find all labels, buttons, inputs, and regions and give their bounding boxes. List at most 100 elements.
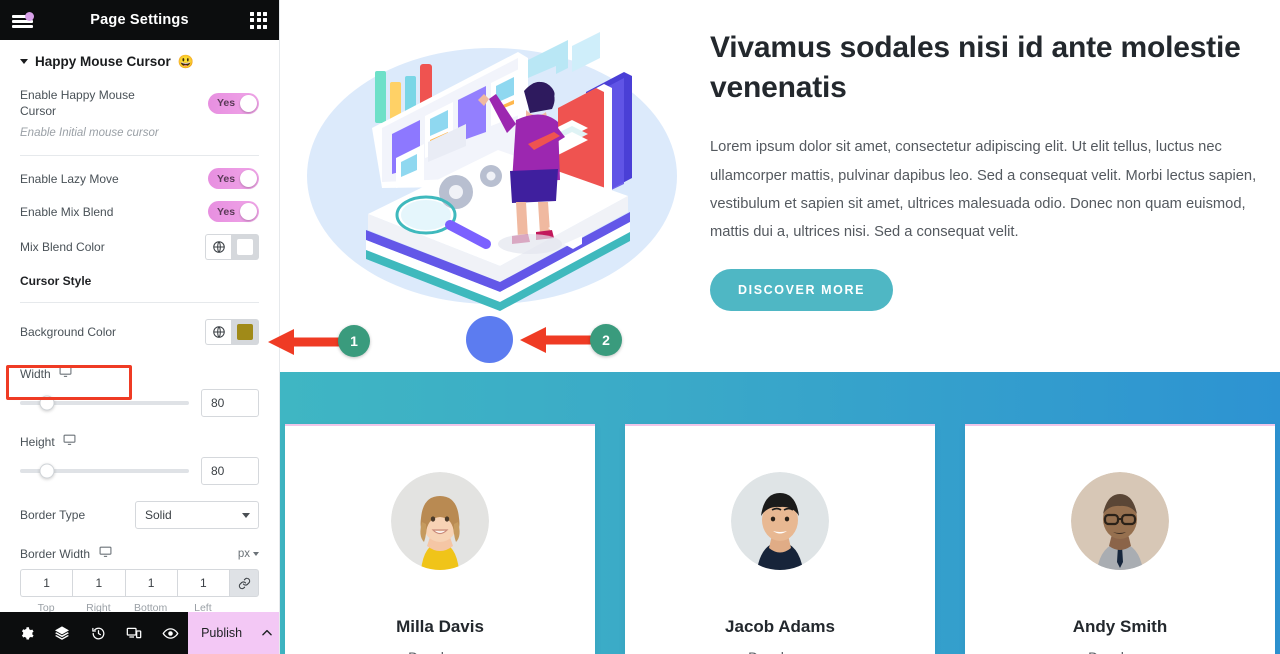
control-label: Enable Lazy Move bbox=[20, 171, 119, 186]
control-label: Enable Happy Mouse Cursor bbox=[20, 88, 135, 119]
avatar-milla-davis bbox=[391, 472, 489, 570]
chevron-down-icon bbox=[253, 552, 259, 557]
control-label: Enable Mix Blend bbox=[20, 204, 114, 219]
control-border-type: Border Type Solid bbox=[0, 491, 279, 535]
control-label: Mix Blend Color bbox=[20, 240, 105, 255]
page-settings-panel: Page Settings Happy Mouse Cursor 😃 Enabl… bbox=[0, 0, 280, 654]
eye-preview-icon[interactable] bbox=[152, 612, 188, 654]
hero-text-block: Vivamus sodales nisi id ante molestie ve… bbox=[700, 0, 1280, 372]
team-card[interactable]: Milla Davis Developer bbox=[285, 424, 595, 654]
link-chain-icon[interactable] bbox=[229, 569, 259, 598]
team-section-band: Milla Davis Developer bbox=[280, 372, 1280, 654]
border-width-top: 1 Top bbox=[20, 569, 73, 612]
height-slider[interactable] bbox=[20, 463, 189, 479]
heading-cursor-style: Cursor Style bbox=[0, 266, 279, 296]
border-width-left: 1 Left bbox=[176, 569, 229, 612]
color-swatch bbox=[237, 324, 253, 341]
responsive-devices-icon[interactable] bbox=[116, 612, 152, 654]
history-icon[interactable] bbox=[80, 612, 116, 654]
width-control: 80 bbox=[0, 385, 279, 423]
desktop-monitor-icon[interactable] bbox=[59, 365, 72, 383]
publish-button[interactable]: Publish bbox=[188, 612, 256, 654]
hero-paragraph: Lorem ipsum dolor sit amet, consectetur … bbox=[710, 139, 1257, 241]
apps-grid-icon[interactable] bbox=[250, 11, 267, 29]
subsection-title: Cursor Style bbox=[20, 274, 92, 289]
team-member-role: Developer bbox=[625, 649, 935, 654]
border-width-bottom-label: Bottom bbox=[133, 602, 168, 612]
border-type-select[interactable]: Solid bbox=[135, 501, 259, 530]
team-member-name: Andy Smith bbox=[1072, 617, 1168, 636]
color-swatch bbox=[237, 239, 253, 256]
team-card[interactable]: Jacob Adams Developer bbox=[625, 424, 935, 654]
avatar-andy-smith bbox=[1071, 472, 1169, 570]
toggle-enable-happy-mouse-cursor[interactable]: Yes bbox=[208, 92, 259, 114]
border-width-top-label: Top bbox=[37, 602, 55, 612]
label-width: Width bbox=[0, 355, 279, 385]
chevron-down-icon bbox=[242, 512, 250, 518]
border-width-bottom-input[interactable]: 1 bbox=[124, 569, 177, 598]
toggle-value: Yes bbox=[217, 172, 236, 185]
globe-icon[interactable] bbox=[205, 319, 231, 346]
width-input[interactable]: 80 bbox=[201, 389, 259, 418]
toggle-knob bbox=[240, 203, 257, 221]
hero-section: Vivamus sodales nisi id ante molestie ve… bbox=[280, 0, 1280, 372]
border-width-left-label: Left bbox=[194, 602, 212, 612]
screenshot-root: Page Settings Happy Mouse Cursor 😃 Enabl… bbox=[0, 0, 1280, 654]
chevron-down-icon bbox=[20, 59, 28, 64]
panel-footer-toolbar: Publish bbox=[0, 612, 279, 654]
control-label: Border Type bbox=[20, 508, 86, 523]
toggle-enable-lazy-move[interactable]: Yes bbox=[208, 168, 259, 190]
background-color-label: Background Color bbox=[20, 325, 117, 340]
team-member-role: Developer bbox=[965, 649, 1275, 654]
height-control: 80 bbox=[0, 453, 279, 491]
gear-icon[interactable] bbox=[8, 612, 44, 654]
hint-enable-initial-mouse-cursor: Enable Initial mouse cursor bbox=[20, 127, 159, 140]
annotation-badge-2: 2 bbox=[590, 324, 622, 356]
discover-more-button[interactable]: DISCOVER MORE bbox=[710, 268, 894, 311]
border-width-right: 1 Right bbox=[72, 569, 125, 612]
control-background-color: Background Color bbox=[0, 309, 279, 355]
border-width-bottom: 1 Bottom bbox=[124, 569, 177, 612]
border-width-unit-select[interactable]: px bbox=[238, 548, 259, 560]
control-label: Border Width bbox=[20, 547, 91, 562]
border-width-header: Border Width px bbox=[0, 535, 279, 567]
width-slider[interactable] bbox=[20, 395, 189, 411]
border-width-left-input[interactable]: 1 bbox=[176, 569, 229, 598]
toggle-value: Yes bbox=[217, 97, 236, 110]
border-type-value: Solid bbox=[145, 508, 172, 523]
slider-thumb[interactable] bbox=[39, 395, 55, 411]
desktop-monitor-icon[interactable] bbox=[63, 433, 76, 451]
team-card[interactable]: Andy Smith Developer bbox=[965, 424, 1275, 654]
section-title: Happy Mouse Cursor bbox=[35, 54, 171, 69]
label-height: Height bbox=[0, 423, 279, 453]
annotation-badge-1: 1 bbox=[338, 325, 370, 357]
border-width-top-input[interactable]: 1 bbox=[20, 569, 73, 598]
control-mix-blend-color: Mix Blend Color bbox=[0, 228, 279, 266]
toggle-knob bbox=[240, 94, 257, 112]
hamburger-menu-icon[interactable] bbox=[12, 10, 34, 30]
border-width-right-input[interactable]: 1 bbox=[72, 569, 125, 598]
slider-thumb[interactable] bbox=[39, 463, 55, 479]
avatar-jacob-adams bbox=[731, 472, 829, 570]
control-label: Width bbox=[20, 367, 51, 382]
mix-blend-color-swatch-button[interactable] bbox=[231, 234, 259, 261]
toggle-value: Yes bbox=[217, 205, 236, 218]
isometric-team-board-illustration bbox=[280, 0, 700, 372]
chevron-up-icon[interactable] bbox=[255, 612, 279, 654]
desktop-monitor-icon[interactable] bbox=[99, 545, 112, 563]
unit-value: px bbox=[237, 548, 250, 561]
background-color-swatch-button[interactable] bbox=[231, 319, 259, 346]
team-member-name: Milla Davis bbox=[396, 617, 484, 636]
notification-dot-icon bbox=[25, 12, 34, 21]
height-input[interactable]: 80 bbox=[201, 457, 259, 486]
happy-mouse-cursor-blob[interactable] bbox=[466, 316, 513, 363]
page-preview-canvas: Vivamus sodales nisi id ante molestie ve… bbox=[280, 0, 1280, 654]
border-width-right-label: Right bbox=[86, 602, 111, 612]
section-happy-mouse-cursor[interactable]: Happy Mouse Cursor 😃 bbox=[0, 40, 279, 81]
toggle-enable-mix-blend[interactable]: Yes bbox=[208, 201, 259, 223]
team-cards-row: Milla Davis Developer bbox=[280, 424, 1280, 654]
globe-icon[interactable] bbox=[205, 234, 231, 261]
layers-icon[interactable] bbox=[44, 612, 80, 654]
mix-blend-color-picker bbox=[205, 234, 259, 261]
hero-title: Vivamus sodales nisi id ante molestie ve… bbox=[710, 31, 1241, 104]
